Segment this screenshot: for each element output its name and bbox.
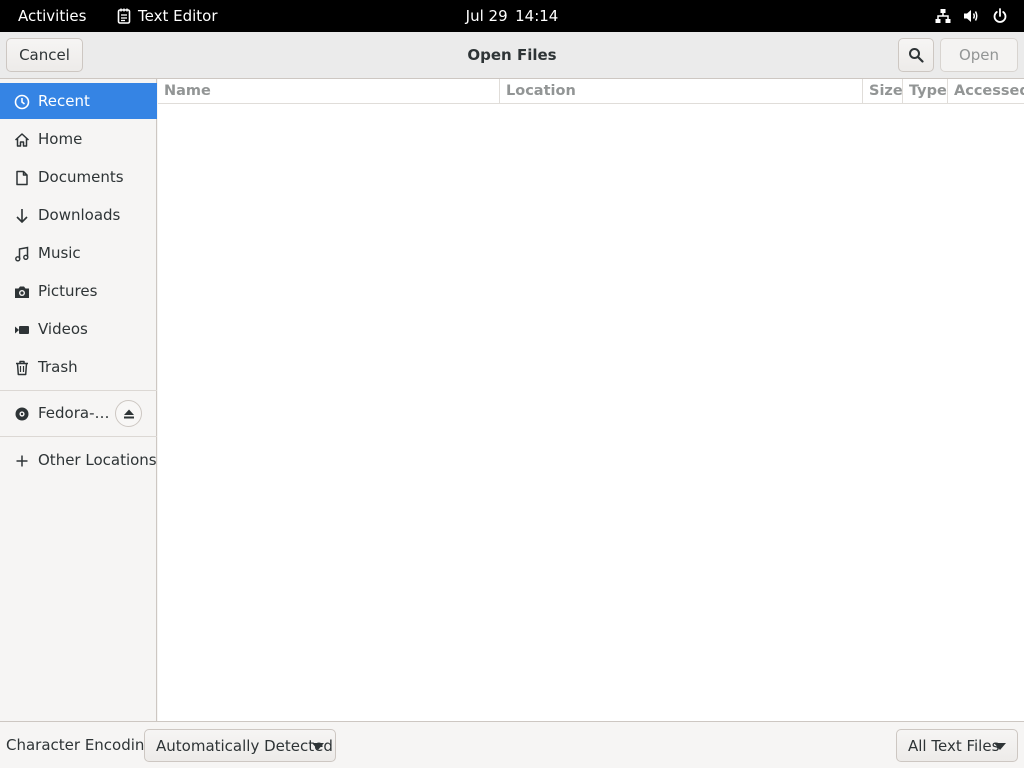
sidebar-item-label: Music bbox=[38, 244, 81, 262]
cancel-button[interactable]: Cancel bbox=[6, 38, 83, 72]
sidebar-item-music[interactable]: Music bbox=[0, 235, 157, 271]
dialog-title-wrap: Open Files bbox=[0, 32, 1024, 78]
search-icon bbox=[909, 48, 924, 63]
music-icon bbox=[15, 246, 29, 262]
sidebar-item-label: Other Locations bbox=[38, 451, 157, 469]
camera-icon bbox=[15, 286, 29, 298]
column-header-row: Name Location Size Type Accessed bbox=[158, 79, 1024, 104]
document-icon bbox=[16, 170, 28, 186]
sidebar-item-recent[interactable]: Recent bbox=[0, 83, 157, 119]
top-bar: Activities Text Editor Jul 29 14:14 bbox=[0, 0, 1024, 32]
clock-button[interactable]: Jul 29 14:14 bbox=[466, 7, 559, 25]
eject-icon bbox=[123, 409, 134, 418]
sidebar-item-label: Videos bbox=[38, 320, 88, 338]
file-filter-value: All Text Files bbox=[908, 736, 1000, 755]
plus-icon bbox=[16, 455, 28, 467]
sidebar-item-label: Downloads bbox=[38, 206, 121, 224]
dropdown-arrow-icon bbox=[312, 743, 324, 750]
sidebar-item-videos[interactable]: Videos bbox=[0, 311, 157, 347]
sidebar-item-device-fedora[interactable]: Fedora-… bbox=[0, 395, 157, 431]
eject-button[interactable] bbox=[115, 400, 142, 427]
file-filter-dropdown[interactable]: All Text Files bbox=[896, 729, 1018, 762]
sidebar-item-label: Fedora-… bbox=[38, 404, 110, 422]
sidebar-separator bbox=[0, 436, 157, 437]
column-location[interactable]: Location bbox=[500, 79, 863, 103]
column-size[interactable]: Size bbox=[863, 79, 903, 103]
sidebar-item-label: Documents bbox=[38, 168, 124, 186]
home-icon bbox=[14, 133, 30, 147]
sidebar-item-label: Recent bbox=[38, 92, 90, 110]
sidebar-item-home[interactable]: Home bbox=[0, 121, 157, 157]
sidebar-separator bbox=[0, 390, 157, 391]
sidebar-item-documents[interactable]: Documents bbox=[0, 159, 157, 195]
trash-icon bbox=[16, 360, 28, 376]
power-icon bbox=[993, 8, 1007, 23]
video-icon bbox=[15, 326, 29, 334]
sidebar-item-trash[interactable]: Trash bbox=[0, 349, 157, 385]
app-name: Text Editor bbox=[138, 7, 218, 25]
encoding-value: Automatically Detected bbox=[156, 736, 333, 755]
clock-icon bbox=[14, 94, 30, 110]
column-accessed[interactable]: Accessed bbox=[948, 79, 1024, 103]
search-button[interactable] bbox=[898, 38, 934, 72]
dialog-header: Open Files Cancel Open bbox=[0, 32, 1024, 79]
sidebar-item-label: Pictures bbox=[38, 282, 98, 300]
disc-icon bbox=[15, 407, 29, 421]
column-type[interactable]: Type bbox=[903, 79, 948, 103]
encoding-label: Character Encoding: bbox=[6, 736, 160, 754]
clock-date: Jul 29 bbox=[465, 7, 508, 25]
open-button[interactable]: Open bbox=[940, 38, 1018, 72]
dialog-footer: Character Encoding: Automatically Detect… bbox=[0, 721, 1024, 768]
download-icon bbox=[16, 209, 28, 223]
app-menu[interactable]: Text Editor bbox=[117, 0, 218, 32]
text-editor-icon bbox=[117, 8, 131, 24]
dialog-title: Open Files bbox=[467, 46, 557, 64]
volume-icon bbox=[964, 10, 978, 22]
encoding-dropdown[interactable]: Automatically Detected bbox=[144, 729, 336, 762]
column-name[interactable]: Name bbox=[158, 79, 500, 103]
system-tray[interactable] bbox=[935, 0, 1008, 32]
sidebar-item-other-locations[interactable]: Other Locations bbox=[0, 442, 157, 478]
dropdown-arrow-icon bbox=[994, 743, 1006, 750]
activities-button[interactable]: Activities bbox=[18, 0, 86, 32]
sidebar-item-label: Home bbox=[38, 130, 83, 148]
sidebar-item-downloads[interactable]: Downloads bbox=[0, 197, 157, 233]
sidebar-item-label: Trash bbox=[38, 358, 78, 376]
network-icon bbox=[935, 9, 951, 23]
file-list[interactable]: Name Location Size Type Accessed bbox=[158, 79, 1024, 721]
places-sidebar: Recent Home Documents Downloads Music Pi… bbox=[0, 79, 157, 721]
clock-time: 14:14 bbox=[515, 7, 559, 25]
sidebar-item-pictures[interactable]: Pictures bbox=[0, 273, 157, 309]
